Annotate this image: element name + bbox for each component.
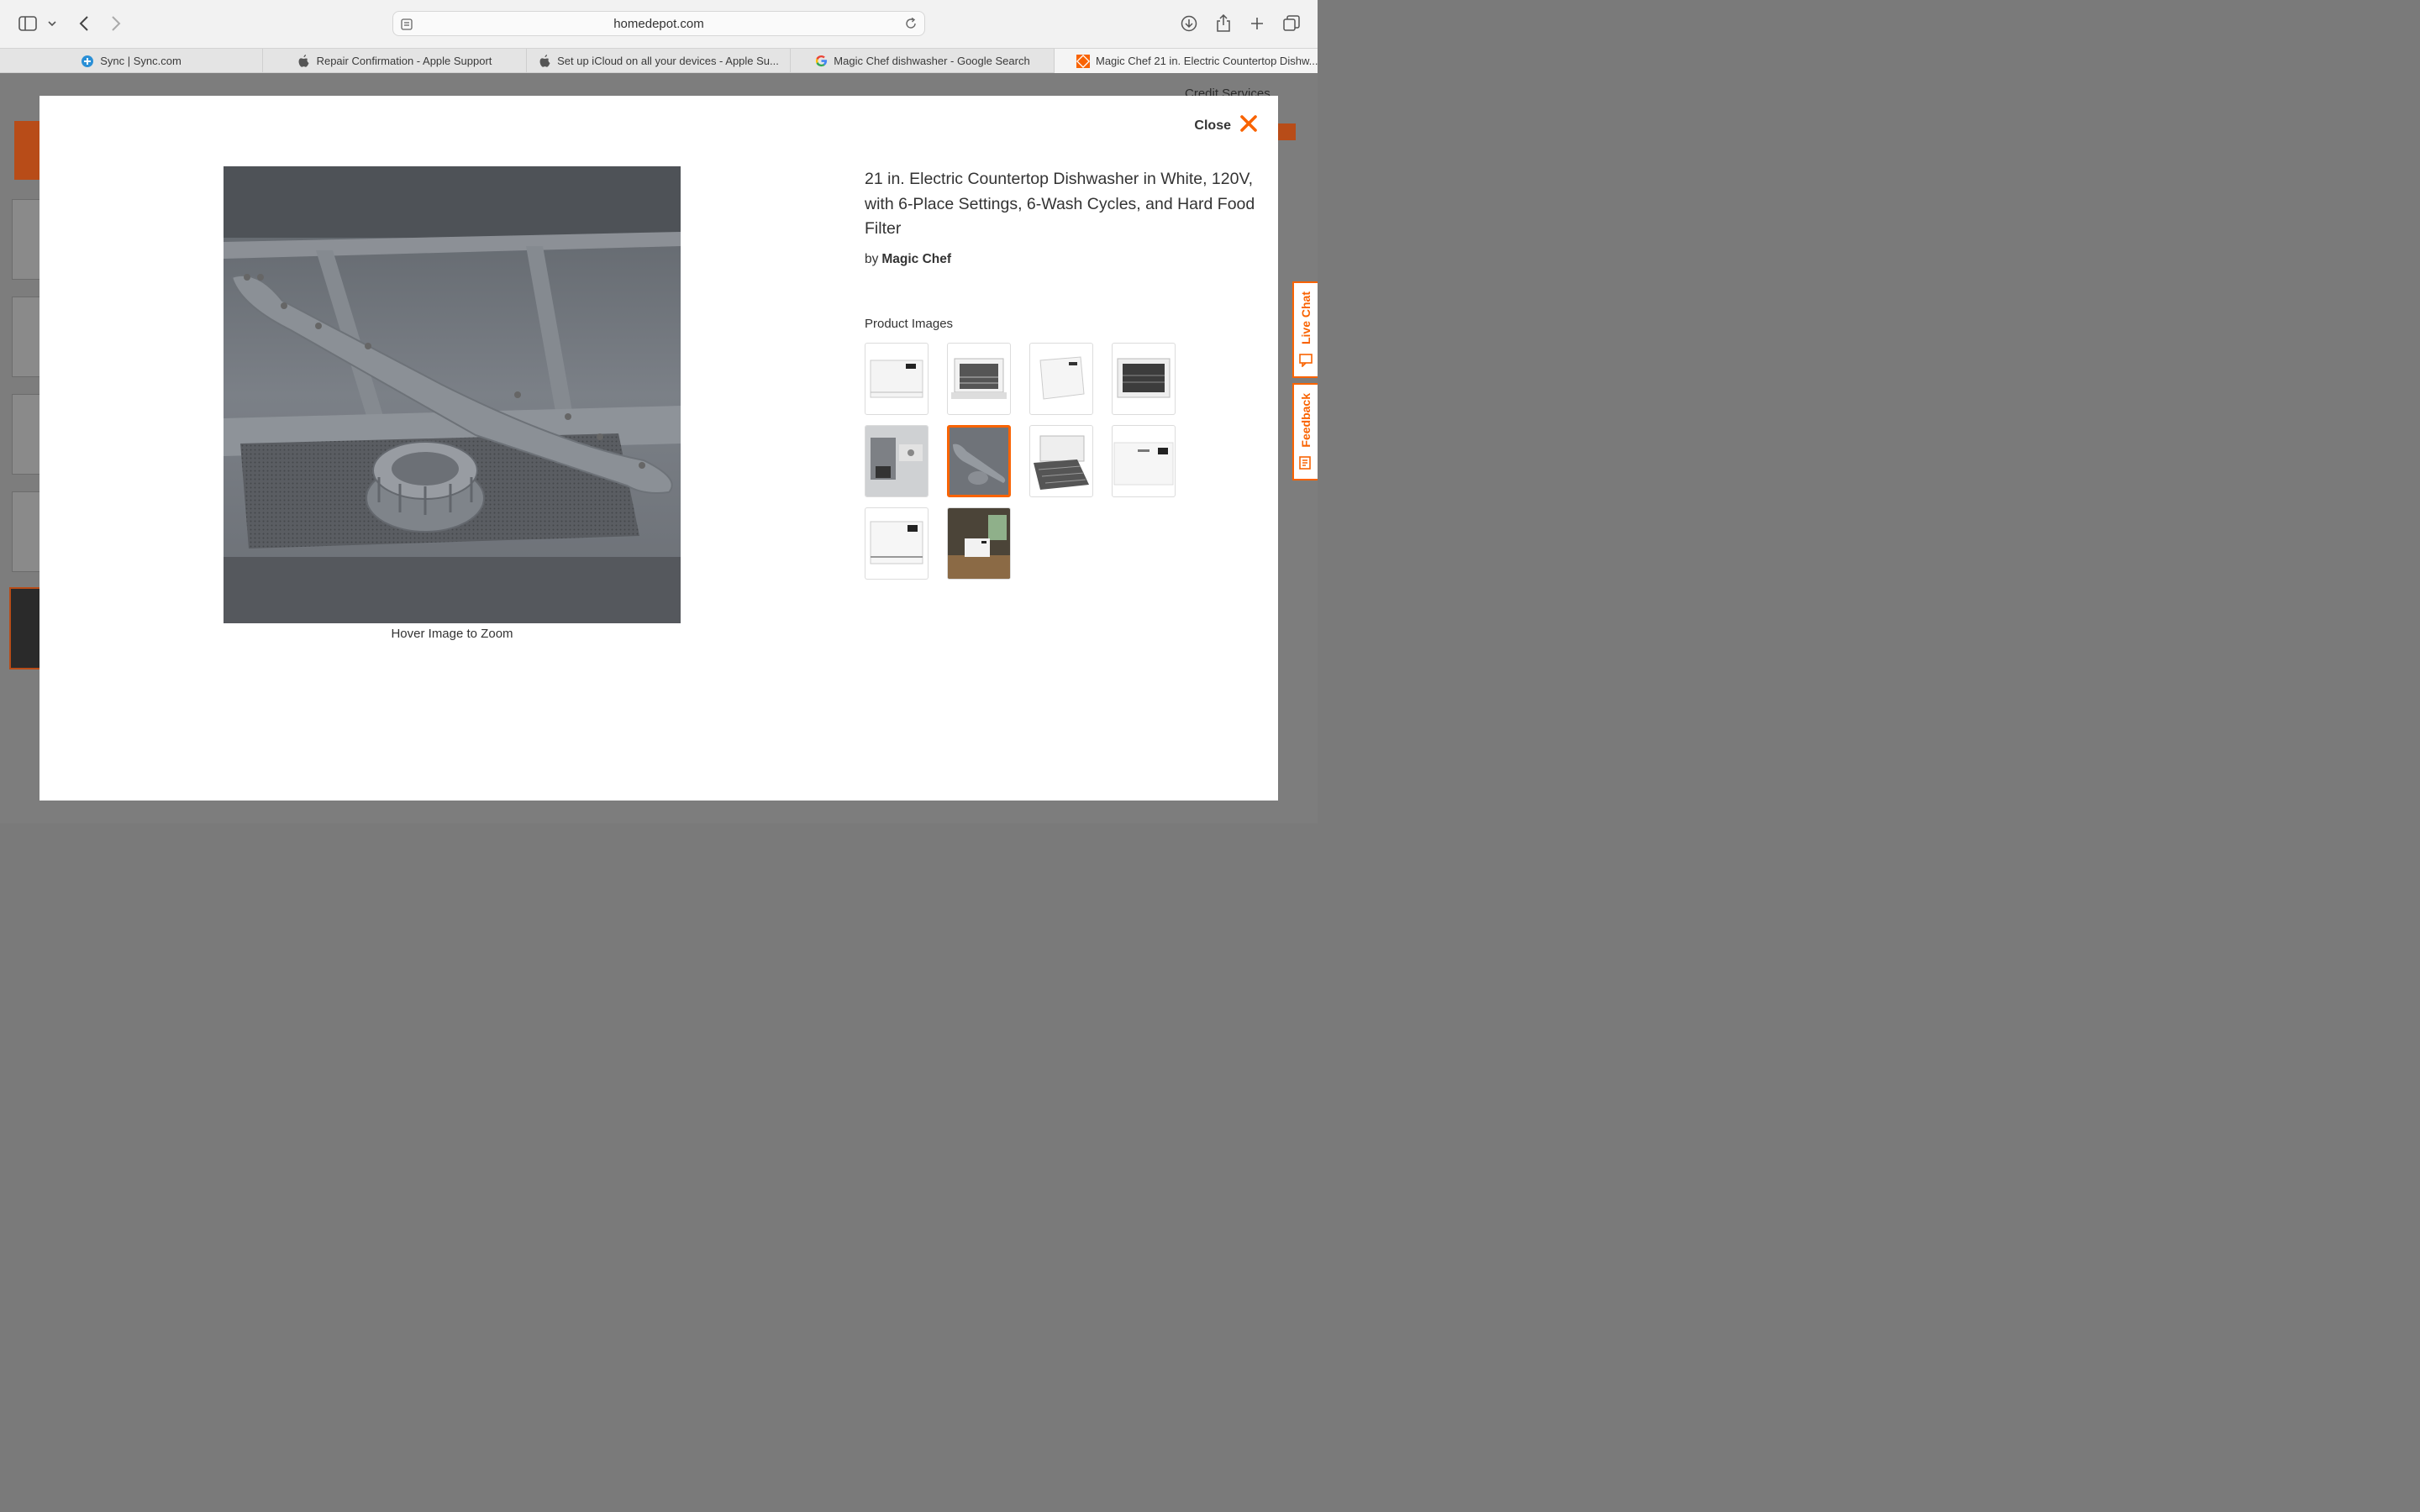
back-icon[interactable] [72,12,96,35]
product-thumbnail[interactable] [947,507,1011,580]
tab-bar: Sync | Sync.com Repair Confirmation - Ap… [0,48,1318,73]
google-logo-icon [814,55,828,68]
feedback-tab[interactable]: Feedback [1292,383,1318,480]
product-thumbnail[interactable] [865,425,929,497]
tab-label: Sync | Sync.com [100,55,182,67]
sidebar-toggle-icon[interactable] [16,12,39,35]
tab-overview-icon[interactable] [1280,12,1303,35]
byline: by Magic Chef [865,252,951,267]
forward-icon[interactable] [104,12,128,35]
apple-logo-icon [538,55,551,68]
downloads-icon[interactable] [1177,12,1201,35]
tab-apple-repair[interactable]: Repair Confirmation - Apple Support [263,49,527,73]
bg-gallery-thumb [12,297,42,377]
tab-label: Magic Chef 21 in. Electric Countertop Di… [1096,55,1318,67]
close-icon[interactable] [1239,114,1258,137]
tab-home-depot[interactable]: Magic Chef 21 in. Electric Countertop Di… [1055,49,1318,73]
reload-icon[interactable] [904,17,918,34]
by-label: by [865,252,879,266]
home-depot-logo-icon [1076,54,1090,68]
chevron-down-icon[interactable] [42,12,62,35]
product-thumbnail[interactable] [865,343,929,415]
new-tab-icon[interactable] [1245,12,1269,35]
bg-gallery-thumb [12,491,42,572]
tab-google-search[interactable]: Magic Chef dishwasher - Google Search [791,49,1055,73]
tab-icloud[interactable]: Set up iCloud on all your devices - Appl… [527,49,791,73]
product-title: 21 in. Electric Countertop Dishwasher in… [865,170,1255,238]
url-text[interactable]: homedepot.com [393,17,924,31]
live-chat-tab[interactable]: Live Chat [1292,281,1318,378]
tab-label: Set up iCloud on all your devices - Appl… [557,55,779,67]
browser-toolbar: homedepot.com [0,0,1318,48]
apple-logo-icon [297,55,311,68]
main-product-image[interactable] [224,166,681,623]
sync-logo-icon [81,55,94,68]
product-images-heading: Product Images [865,317,954,331]
close-label: Close [1194,118,1231,133]
tab-label: Repair Confirmation - Apple Support [316,55,492,67]
share-icon[interactable] [1212,12,1235,35]
product-thumbnail[interactable] [947,343,1011,415]
feedback-label: Feedback [1299,393,1313,448]
product-thumbnail[interactable] [1029,343,1093,415]
tab-sync[interactable]: Sync | Sync.com [0,49,263,73]
brand-link[interactable]: Magic Chef [881,252,951,266]
chat-bubble-icon [1299,354,1313,371]
product-thumbnail-selected[interactable] [947,425,1011,497]
home-depot-logo-icon [14,121,39,180]
live-chat-label: Live Chat [1299,291,1313,345]
feedback-form-icon [1299,456,1313,474]
product-thumbnail[interactable] [1112,343,1176,415]
bg-gallery-thumb [9,587,41,669]
address-bar[interactable]: homedepot.com [392,11,925,36]
bg-gallery-thumb [12,199,42,280]
image-gallery-modal: Close Hover Image to Zoom 21 in. Electri… [39,96,1278,801]
product-thumbnail[interactable] [865,507,929,580]
zoom-hint: Hover Image to Zoom [391,627,513,641]
product-thumbnail[interactable] [1029,425,1093,497]
product-thumbnail[interactable] [1112,425,1176,497]
bg-gallery-thumb [12,394,42,475]
close-button[interactable]: Close [1194,114,1258,137]
tab-label: Magic Chef dishwasher - Google Search [834,55,1030,67]
cart-badge [1277,123,1296,140]
